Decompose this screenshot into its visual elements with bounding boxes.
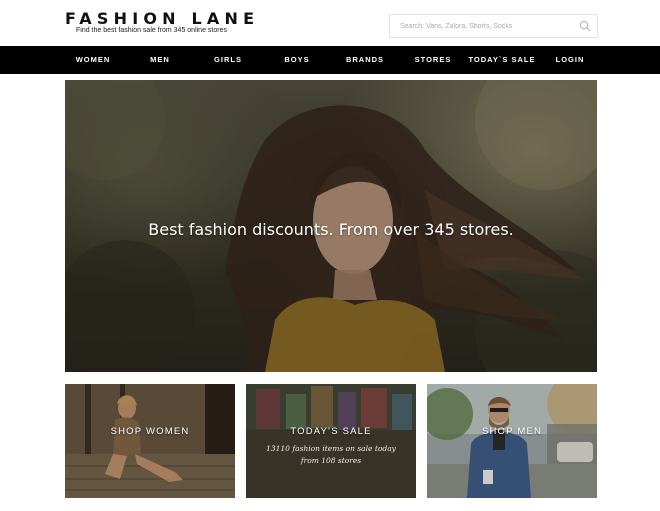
- nav-item-women[interactable]: WOMEN: [67, 46, 119, 74]
- hero-banner: Best fashion discounts. From over 345 st…: [65, 80, 597, 372]
- nav-item-login[interactable]: LOGIN: [548, 46, 592, 74]
- site-logo[interactable]: FASHION LANE: [65, 9, 259, 28]
- hero-headline: Best fashion discounts. From over 345 st…: [148, 220, 514, 239]
- search-icon[interactable]: [579, 20, 591, 32]
- search-input[interactable]: [390, 15, 570, 37]
- nav-item-todays-sale[interactable]: TODAY`S SALE: [466, 46, 538, 74]
- nav-item-brands[interactable]: BRANDS: [338, 46, 392, 74]
- todays-sale-tile[interactable]: TODAY'S SALE 13110 fashion items on sale…: [246, 384, 416, 498]
- nav-item-boys[interactable]: BOYS: [276, 46, 318, 74]
- nav-item-men[interactable]: MEN: [140, 46, 180, 74]
- shop-women-tile[interactable]: SHOP WOMEN: [65, 384, 235, 498]
- todays-sale-label: TODAY'S SALE: [290, 426, 372, 437]
- shop-men-label: SHOP MEN: [481, 426, 543, 437]
- shop-men-photo: [427, 384, 597, 498]
- nav-item-stores[interactable]: STORES: [409, 46, 457, 74]
- nav-item-girls[interactable]: GIRLS: [205, 46, 251, 74]
- main-nav: WOMEN MEN GIRLS BOYS BRANDS STORES TODAY…: [0, 46, 660, 74]
- site-header: FASHION LANE Find the best fashion sale …: [0, 0, 660, 46]
- shop-women-photo: [65, 384, 235, 498]
- todays-sale-photo: [246, 384, 416, 498]
- site-tagline: Find the best fashion sale from 345 onli…: [76, 27, 227, 34]
- todays-sale-stores: from 108 stores: [300, 456, 362, 465]
- shop-men-tile[interactable]: SHOP MEN: [427, 384, 597, 498]
- shop-women-label: SHOP WOMEN: [110, 426, 190, 437]
- todays-sale-count: 13110 fashion items on sale today: [266, 444, 396, 453]
- search-box: [389, 14, 598, 38]
